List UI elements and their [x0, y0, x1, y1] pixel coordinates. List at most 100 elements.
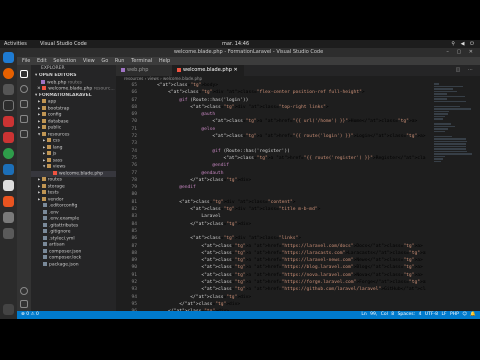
close-tab-icon[interactable]: ✕	[233, 67, 237, 73]
code-line[interactable]: @auth	[146, 111, 426, 118]
terminal-icon[interactable]	[3, 100, 14, 111]
code-line[interactable]: <"at">class="tg">a "at">href="{{ route('…	[146, 155, 426, 162]
code-line[interactable]: Laravel	[146, 213, 426, 220]
line-number: 77	[131, 170, 137, 176]
cursor-position[interactable]: Ln 99, Col 8	[361, 312, 394, 317]
feedback-icon[interactable]: ☺	[462, 312, 467, 317]
code-line[interactable]: <"at">class="tg">a "at">href="https://la…	[146, 250, 426, 257]
software-icon[interactable]	[3, 196, 14, 207]
files-icon[interactable]	[3, 84, 14, 95]
file-icon	[43, 261, 47, 266]
line-number: 71	[131, 126, 137, 132]
menu-help[interactable]: Help	[159, 58, 170, 64]
code-line[interactable]: @else	[146, 126, 426, 133]
clock[interactable]: mar. 14:46	[222, 40, 249, 48]
code-line[interactable]: <"at">class="tg">a "at">href="https://no…	[146, 272, 426, 279]
code-editor[interactable]: 65 66 67 68 69 70 71 72 73 74 75 76 77 78 79 80 81 82 83 84…	[116, 82, 480, 314]
minimap-line	[434, 128, 448, 130]
code-line[interactable]: @endif	[146, 162, 426, 169]
indentation[interactable]: Spaces: 4	[398, 312, 422, 317]
code-area[interactable]: <"at">class="tg">body> <"at">class="tg">…	[146, 82, 426, 316]
tree-item-label: storage	[47, 184, 65, 189]
code-line[interactable]	[146, 140, 426, 147]
code-line[interactable]: </"at">class="tg">div>	[146, 177, 426, 184]
app-menu[interactable]: Visual Studio Code	[40, 40, 87, 48]
code-line[interactable]: <"at">class="tg">div "at">class="links">	[146, 235, 426, 242]
app-icon[interactable]	[3, 116, 14, 127]
extensions-icon[interactable]	[20, 130, 28, 138]
manage-gear-icon[interactable]	[20, 300, 28, 308]
menu-file[interactable]: File	[22, 58, 30, 64]
ubuntu-dock	[0, 48, 17, 319]
code-line[interactable]	[146, 228, 426, 235]
vscode-icon[interactable]	[3, 52, 14, 63]
help-icon[interactable]	[3, 212, 14, 223]
notifications-icon[interactable]: 🔔	[470, 312, 476, 317]
show-apps-icon[interactable]	[3, 304, 14, 315]
language-mode[interactable]: PHP	[450, 312, 459, 317]
settings-icon[interactable]	[3, 228, 14, 239]
code-line[interactable]: <"at">class="tg">a "at">href="https://la…	[146, 257, 426, 264]
code-line[interactable]: @endauth	[146, 170, 426, 177]
code-line[interactable]: <"at">class="tg">a "at">href="https://fo…	[146, 279, 426, 286]
line-number: 72	[131, 134, 137, 140]
window-controls[interactable]: – ▢ ✕	[446, 48, 476, 57]
search-icon[interactable]	[20, 85, 28, 93]
activities-button[interactable]: Activities	[4, 40, 27, 48]
menu-edit[interactable]: Edit	[37, 58, 47, 64]
line-number: 93	[131, 287, 137, 293]
menu-run[interactable]: Run	[115, 58, 125, 64]
run-debug-icon[interactable]	[20, 115, 28, 123]
code-line[interactable]: </"at">class="tg">div>	[146, 294, 426, 301]
editor-actions[interactable]: ◫ ⋯	[456, 65, 476, 76]
line-number: 84	[131, 221, 137, 227]
code-line[interactable]: <"at">class="tg">body>	[146, 82, 426, 89]
tree-item[interactable]: package.json	[31, 261, 116, 269]
code-line[interactable]: </"at">class="tg">div>	[146, 301, 426, 308]
line-ending[interactable]: LF	[441, 312, 446, 317]
account-icon[interactable]	[20, 287, 28, 295]
tree-item-label: views	[52, 164, 66, 170]
code-line[interactable]	[146, 191, 426, 198]
folder-icon	[41, 131, 46, 136]
problems-indicator[interactable]: ⊗ 0 ⚠ 0	[21, 311, 39, 319]
file-icon	[43, 235, 47, 240]
system-tray[interactable]: ⚲ ◀ ⏻	[451, 40, 476, 48]
code-line[interactable]: @if (Route::has('register'))	[146, 148, 426, 155]
line-number: 70	[131, 119, 137, 125]
code-line[interactable]: <"at">class="tg">a "at">href="https://gi…	[146, 286, 426, 293]
code-line[interactable]: <"at">class="tg">div "at">class="flex-ce…	[146, 89, 426, 96]
menu-view[interactable]: View	[83, 58, 95, 64]
activity-bar	[17, 65, 31, 311]
document-icon[interactable]	[3, 180, 14, 191]
source-control-icon[interactable]	[20, 100, 28, 108]
code-line[interactable]: <"at">class="tg">a "at">href="https://la…	[146, 243, 426, 250]
menu-go[interactable]: Go	[101, 58, 108, 64]
explorer-icon[interactable]	[20, 70, 28, 78]
code-line[interactable]: <"at">class="tg">div "at">class="content…	[146, 199, 426, 206]
file-icon	[43, 209, 47, 214]
menu-terminal[interactable]: Terminal	[131, 58, 152, 64]
firefox-icon[interactable]	[3, 68, 14, 79]
tab-web-php[interactable]: web.php	[116, 65, 172, 76]
code-line[interactable]: @endif	[146, 184, 426, 191]
code-line[interactable]: <"at">class="tg">a "at">href="{{ route('…	[146, 133, 426, 140]
line-number: 68	[131, 104, 137, 110]
tab-welcome-blade[interactable]: welcome.blade.php ✕	[172, 65, 244, 76]
code-line[interactable]: <"at">class="tg">a "at">href="{{ url('/h…	[146, 118, 426, 125]
encoding[interactable]: UTF-8	[425, 312, 438, 317]
code-line[interactable]: <"at">class="tg">a "at">href="https://bl…	[146, 264, 426, 271]
code-line[interactable]: <"at">class="tg">div "at">class="top-rig…	[146, 104, 426, 111]
tree-item-label: .gitignore	[49, 229, 71, 235]
code-line[interactable]: </"at">class="tg">div>	[146, 221, 426, 228]
folder-icon	[46, 157, 51, 162]
chrome-icon[interactable]	[3, 148, 14, 159]
remote-icon[interactable]	[3, 132, 14, 143]
folder-icon	[46, 151, 51, 155]
line-number: 94	[131, 294, 137, 300]
phpstorm-icon[interactable]	[3, 164, 14, 175]
menu-selection[interactable]: Selection	[53, 58, 76, 64]
code-line[interactable]: @if (Route::has('login'))	[146, 97, 426, 104]
code-line[interactable]: <"at">class="tg">div "at">class="title m…	[146, 206, 426, 213]
minimap[interactable]	[434, 82, 474, 162]
